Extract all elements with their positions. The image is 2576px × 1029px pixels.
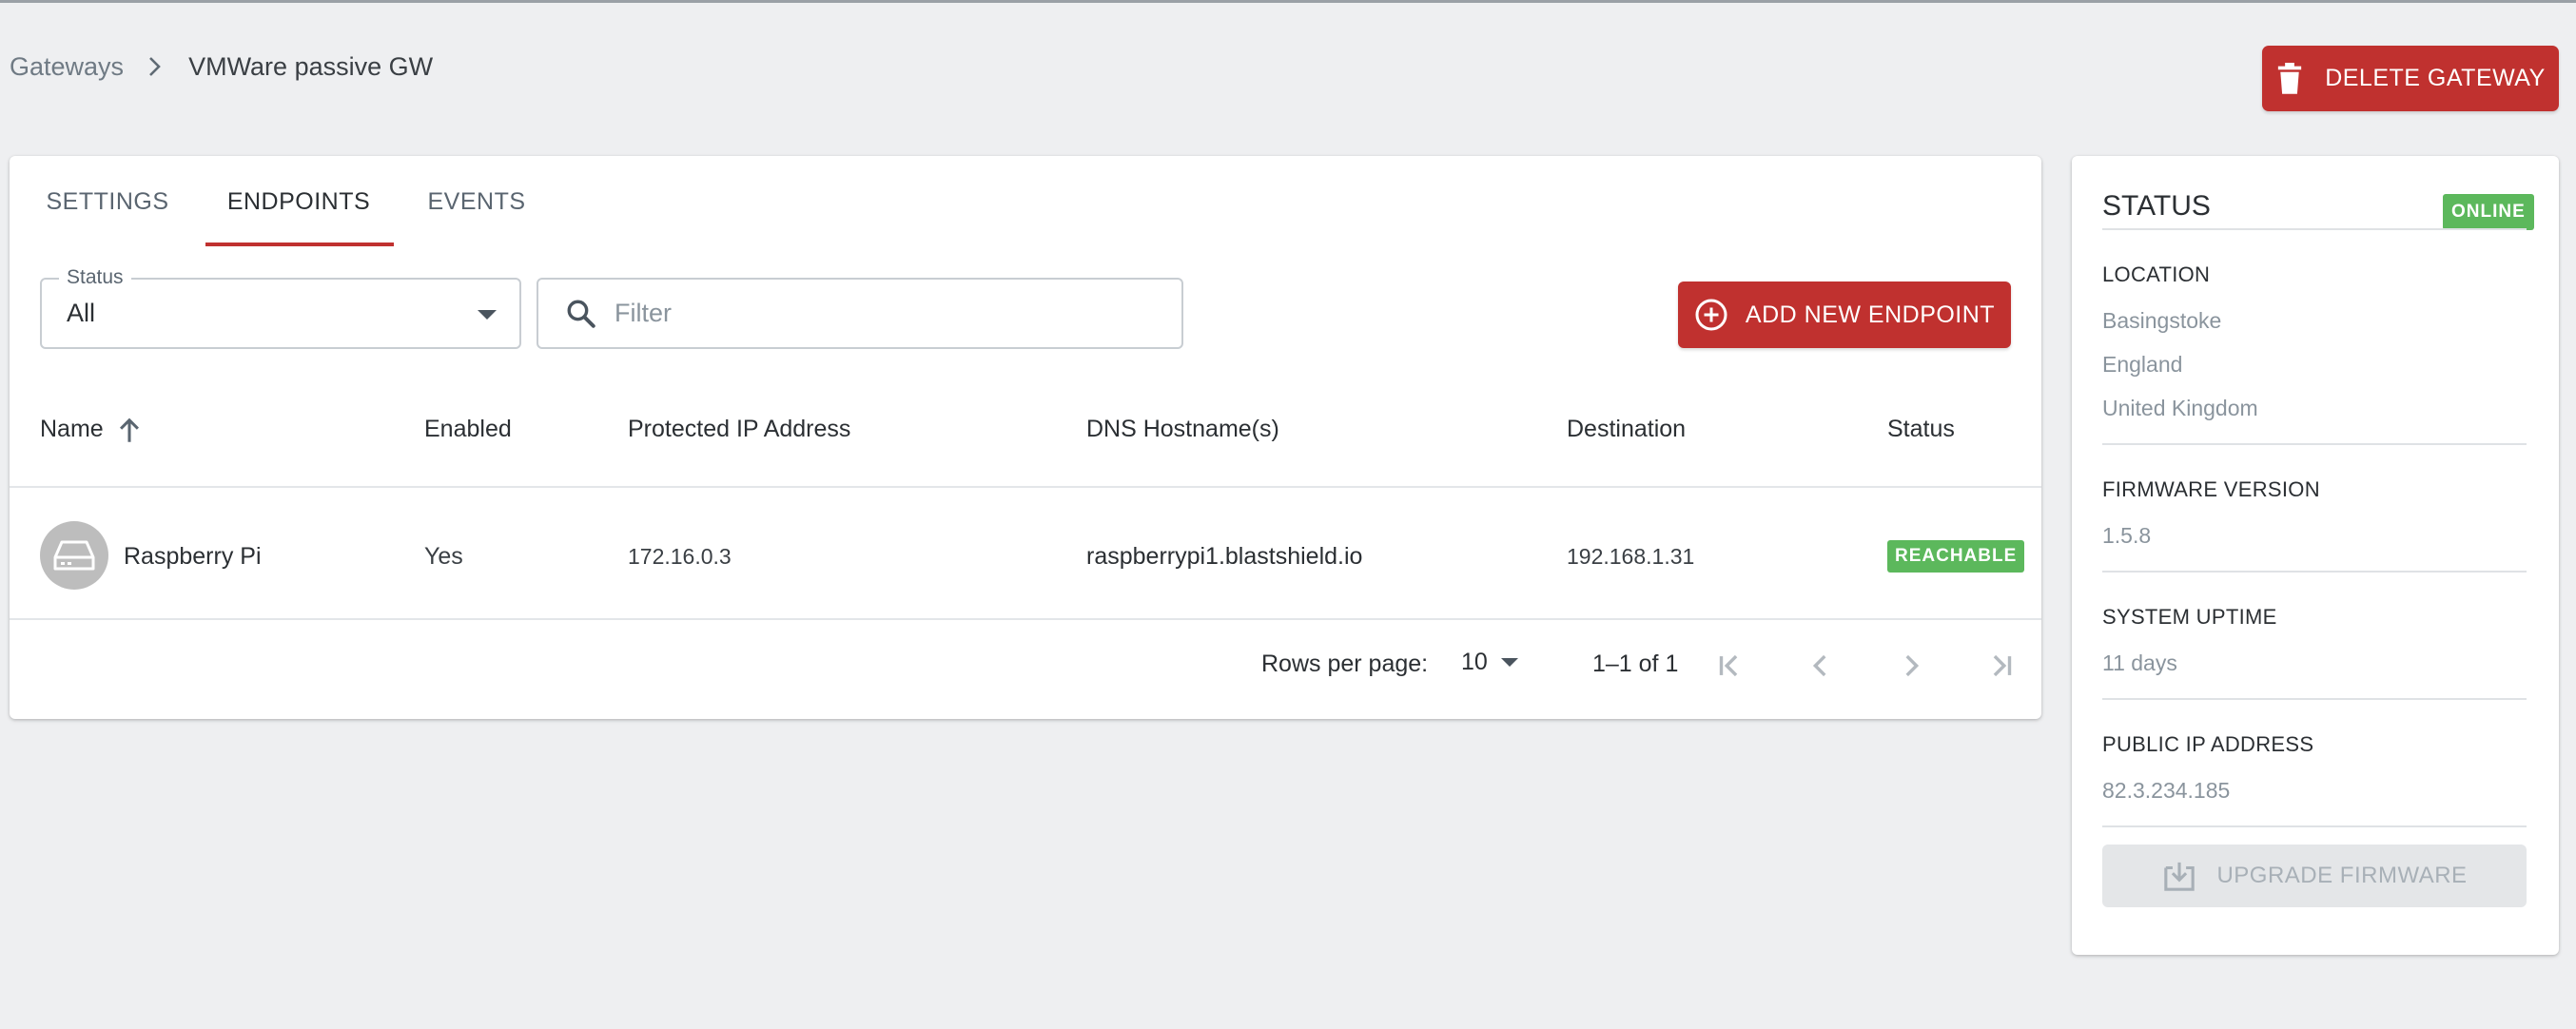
endpoints-card: SETTINGS ENDPOINTS EVENTS Status All ADD… <box>10 156 2041 719</box>
endpoint-status: REACHABLE <box>1887 539 2025 573</box>
upgrade-firmware-button[interactable]: UPGRADE FIRMWARE <box>2102 845 2527 907</box>
system-uptime-label: SYSTEM UPTIME <box>2102 605 2277 629</box>
top-border <box>0 0 2576 3</box>
delete-gateway-label: DELETE GATEWAY <box>2325 65 2546 91</box>
add-new-endpoint-label: ADD NEW ENDPOINT <box>1745 301 1996 328</box>
status-badge: REACHABLE <box>1887 540 2025 573</box>
first-page-button[interactable] <box>1703 639 1756 692</box>
divider <box>2102 571 2527 573</box>
rows-per-page-label: Rows per page: <box>1261 650 1429 677</box>
rows-per-page-value: 10 <box>1461 649 1488 675</box>
caret-down-icon <box>1500 658 1518 667</box>
system-uptime-value: 11 days <box>2102 650 2177 675</box>
chevron-left-icon <box>1812 654 1826 677</box>
chevron-right-icon <box>1905 654 1920 677</box>
column-header-name[interactable]: Name <box>40 416 142 443</box>
search-icon <box>567 300 595 328</box>
endpoint-name[interactable]: Raspberry Pi <box>124 539 262 573</box>
divider <box>2102 443 2527 445</box>
status-panel-title: STATUS <box>2102 190 2211 222</box>
filter-input[interactable] <box>615 299 1147 328</box>
breadcrumb-gateways-link[interactable]: Gateways <box>10 52 124 82</box>
divider <box>2102 698 2527 700</box>
online-badge: ONLINE <box>2443 194 2534 230</box>
column-header-enabled[interactable]: Enabled <box>424 416 512 443</box>
delete-gateway-button[interactable]: DELETE GATEWAY <box>2262 46 2559 111</box>
caret-down-icon <box>478 310 497 320</box>
location-country: United Kingdom <box>2102 396 2258 420</box>
next-page-button[interactable] <box>1884 639 1938 692</box>
endpoint-dns: raspberrypi1.blastshield.io <box>1086 542 1363 570</box>
active-tab-indicator <box>205 243 394 246</box>
last-page-icon <box>1993 654 2012 677</box>
column-header-dns[interactable]: DNS Hostname(s) <box>1086 416 1279 443</box>
public-ip-value: 82.3.234.185 <box>2102 778 2231 803</box>
endpoint-destination: 192.168.1.31 <box>1567 543 1695 569</box>
column-header-status[interactable]: Status <box>1887 416 1955 443</box>
breadcrumb-current: VMWare passive GW <box>188 51 434 81</box>
pagination-range: 1–1 of 1 <box>1592 650 1679 677</box>
first-page-icon <box>1719 654 1738 677</box>
location-label: LOCATION <box>2102 262 2211 286</box>
header-divider <box>10 486 2041 488</box>
rows-per-page-select[interactable]: 10 <box>1461 649 1518 676</box>
status-select[interactable]: Status All <box>40 266 521 349</box>
last-page-button[interactable] <box>1975 639 2028 692</box>
column-header-destination[interactable]: Destination <box>1567 416 1686 443</box>
avatar <box>40 521 108 590</box>
endpoint-protected-ip: 172.16.0.3 <box>628 543 732 569</box>
row-divider <box>10 618 2041 620</box>
hard-drive-icon <box>53 540 95 571</box>
upgrade-firmware-label: UPGRADE FIRMWARE <box>2216 863 2468 888</box>
status-panel: STATUS ONLINE LOCATION Basingstoke Engla… <box>2072 156 2559 955</box>
location-city: Basingstoke <box>2102 308 2222 333</box>
divider <box>2102 228 2527 230</box>
divider <box>2102 825 2527 827</box>
filter-field[interactable] <box>537 278 1183 349</box>
status-select-label: Status <box>59 266 131 289</box>
chevron-right-icon <box>148 56 162 77</box>
status-select-value: All <box>67 299 96 327</box>
trash-icon <box>2278 62 2302 94</box>
firmware-version-value: 1.5.8 <box>2102 523 2152 548</box>
previous-page-button[interactable] <box>1794 639 1847 692</box>
tab-settings[interactable]: SETTINGS <box>10 156 205 247</box>
location-region: England <box>2102 352 2183 377</box>
tab-endpoints[interactable]: ENDPOINTS <box>205 156 392 247</box>
arrow-up-icon <box>119 417 139 442</box>
endpoint-enabled: Yes <box>424 542 463 570</box>
column-header-protected-ip[interactable]: Protected IP Address <box>628 416 850 443</box>
breadcrumb: Gateways VMWare passive GW <box>10 48 433 86</box>
plus-circle-icon <box>1695 299 1727 331</box>
column-header-name-label: Name <box>40 416 104 442</box>
tab-events[interactable]: EVENTS <box>392 156 561 247</box>
public-ip-label: PUBLIC IP ADDRESS <box>2102 732 2314 756</box>
tab-bar: SETTINGS ENDPOINTS EVENTS <box>10 156 561 247</box>
download-box-icon <box>2164 862 2195 891</box>
add-new-endpoint-button[interactable]: ADD NEW ENDPOINT <box>1678 282 2011 348</box>
firmware-version-label: FIRMWARE VERSION <box>2102 477 2320 501</box>
